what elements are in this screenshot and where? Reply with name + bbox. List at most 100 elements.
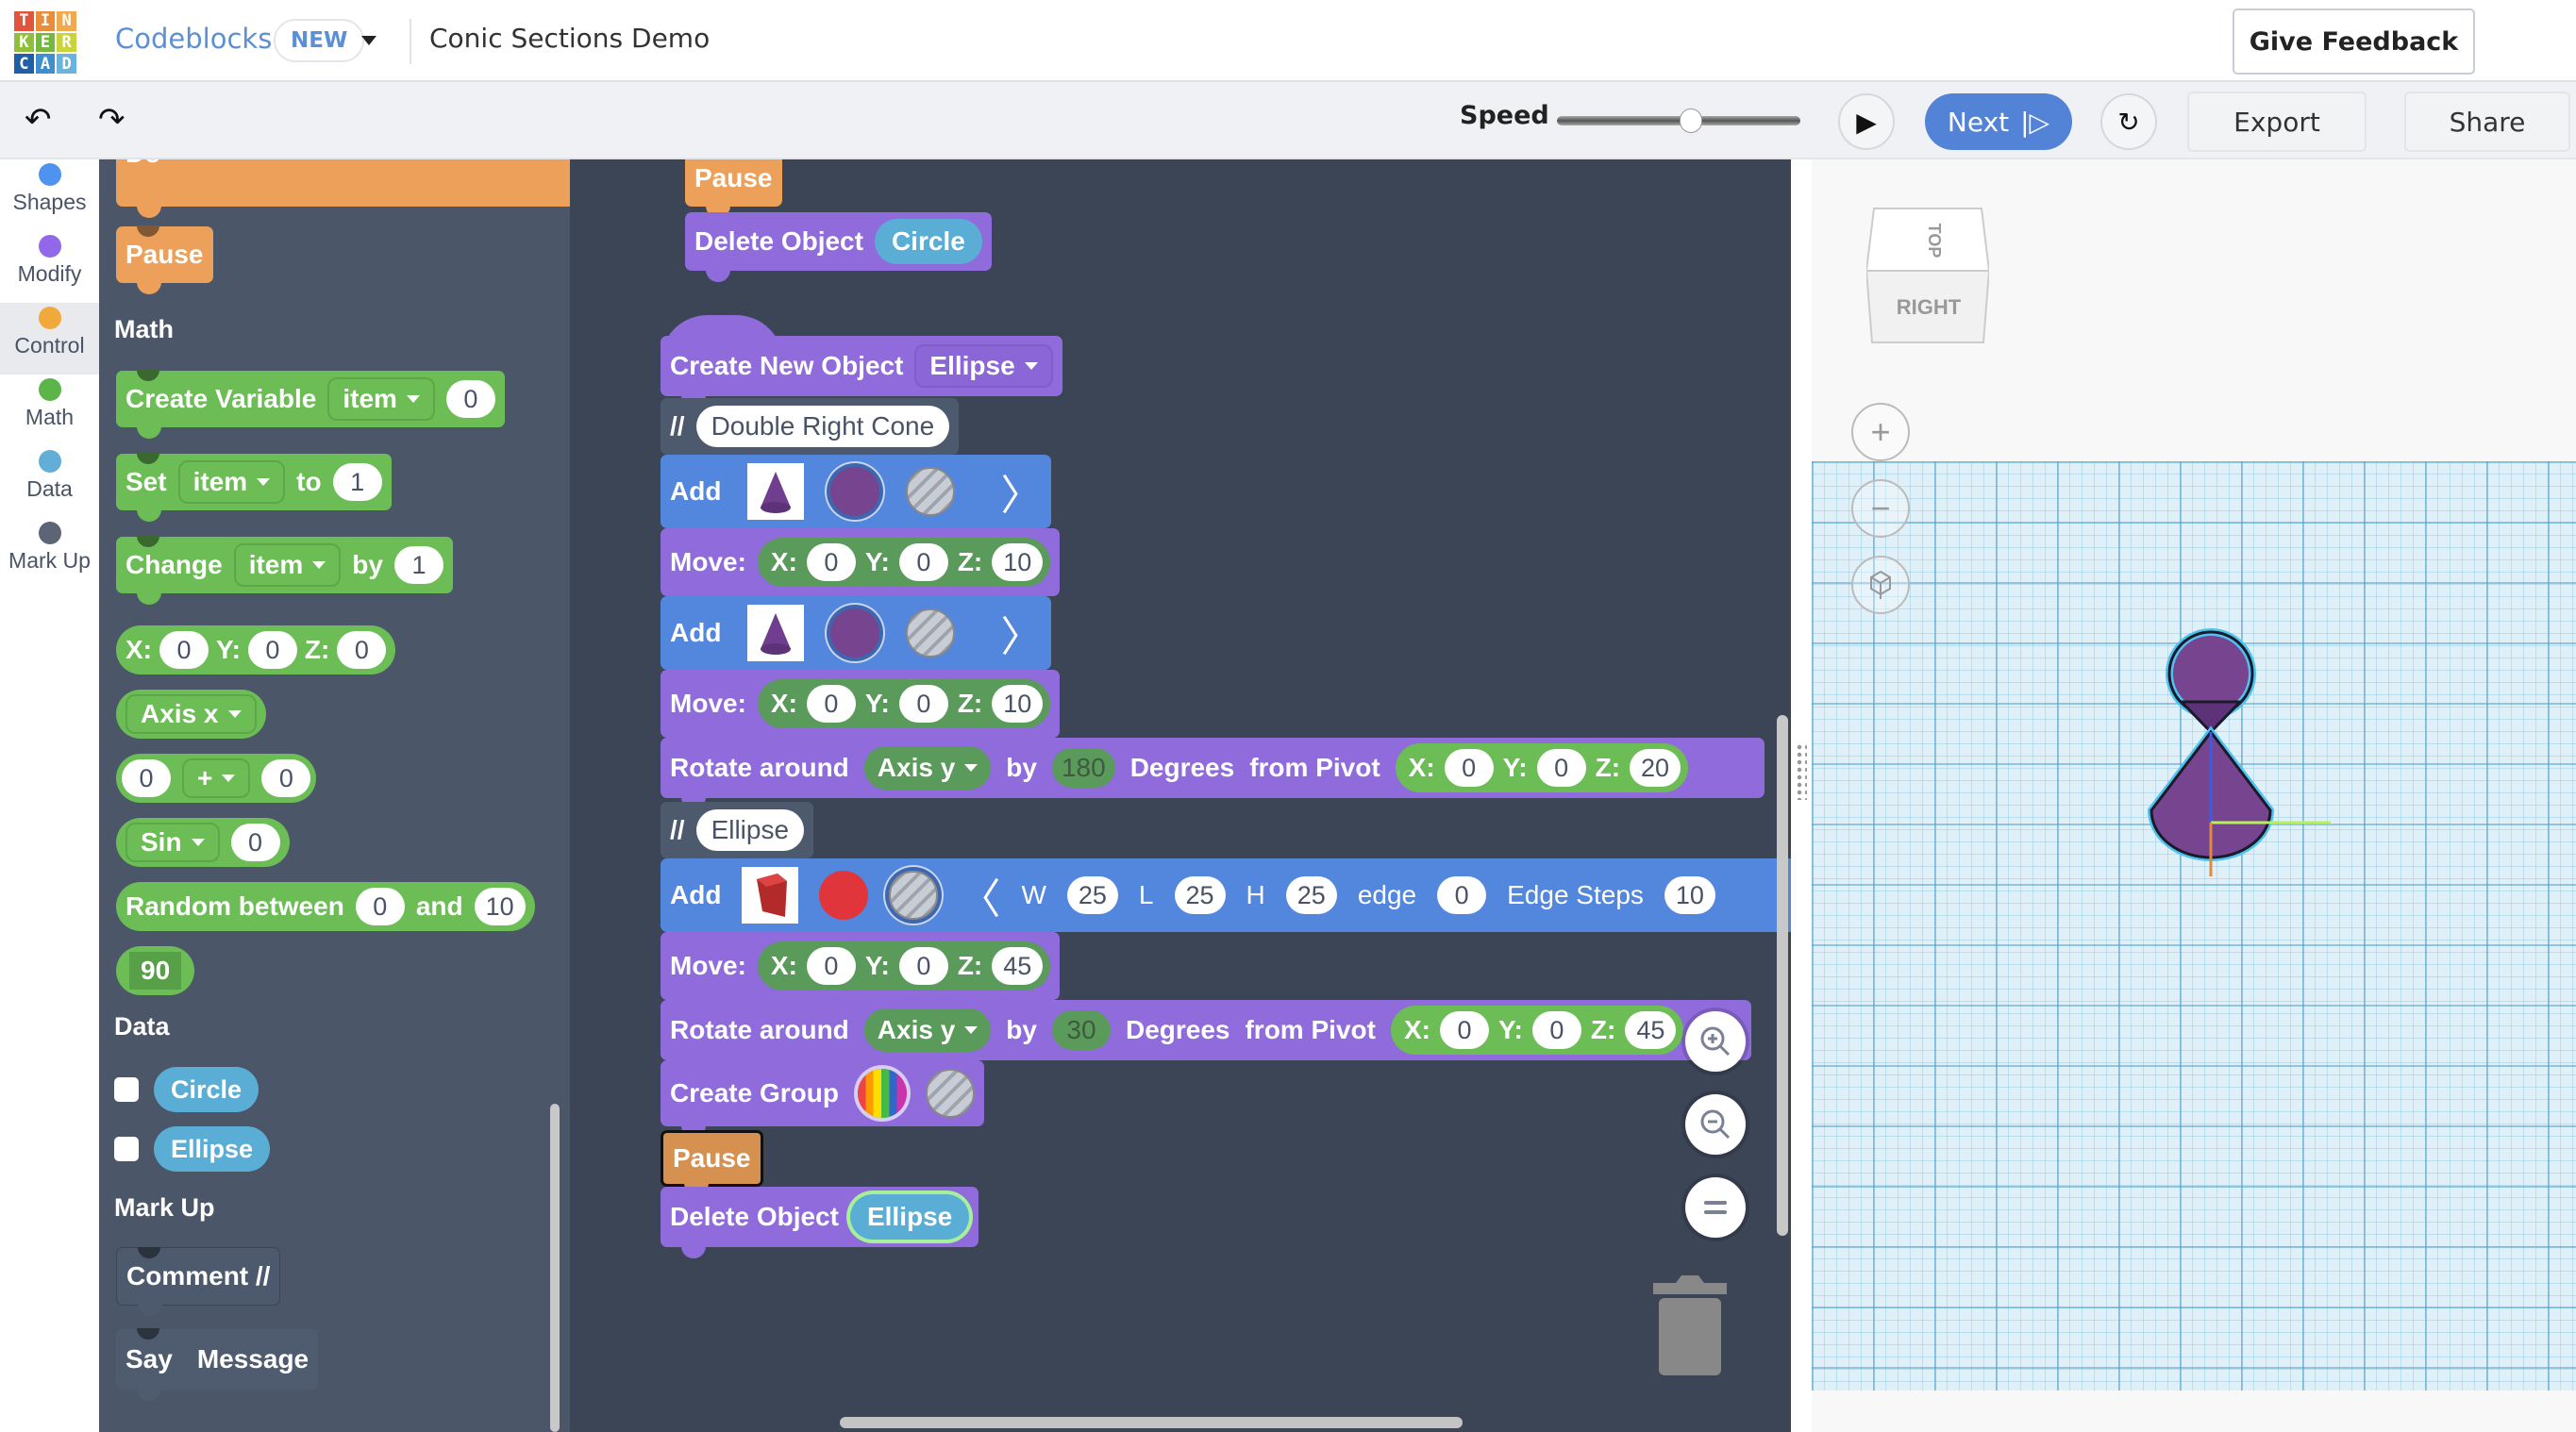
value-input[interactable]: 1 xyxy=(332,463,382,501)
give-feedback-button[interactable]: Give Feedback xyxy=(2233,8,2475,75)
next-button[interactable]: Next |▷ xyxy=(1925,93,2072,150)
pause-block-selected[interactable]: Pause xyxy=(661,1130,763,1195)
y-input[interactable]: 0 xyxy=(1531,1011,1581,1049)
function-dropdown[interactable]: Sin xyxy=(125,823,220,862)
degrees-input[interactable]: 30 xyxy=(1051,1010,1111,1050)
category-mark-up[interactable]: Mark Up xyxy=(0,518,99,590)
degrees-input[interactable]: 180 xyxy=(1051,748,1115,788)
add-shape-block[interactable]: Add 〈 W 25 L 25 H 25 edge 0 Edge Steps 10 xyxy=(661,858,1791,943)
category-shapes[interactable]: Shapes xyxy=(0,159,99,231)
xyz-block[interactable]: X: 0 Y: 0 Z: 0 xyxy=(116,625,396,674)
variable-dropdown[interactable]: item xyxy=(233,543,342,587)
expand-chevron-icon[interactable]: 〉 xyxy=(1000,461,1042,522)
say-block[interactable]: Say Message xyxy=(116,1329,319,1401)
angle-input[interactable]: 90 xyxy=(129,952,182,990)
axis-dropdown[interactable]: Axis y xyxy=(863,746,992,790)
hole-swatch[interactable] xyxy=(889,871,939,920)
z-input[interactable]: 45 xyxy=(992,947,1044,985)
hole-swatch[interactable] xyxy=(925,1069,975,1118)
multicolor-swatch[interactable] xyxy=(857,1069,907,1118)
tinkercad-logo[interactable]: TIN KER CAD xyxy=(14,11,76,74)
edge-input[interactable]: 0 xyxy=(1437,876,1487,914)
rotate-block[interactable]: Rotate around Axis y by 180 Degrees from… xyxy=(661,738,1765,809)
app-menu-caret-icon[interactable] xyxy=(361,36,376,45)
comment-block[interactable]: // Ellipse xyxy=(661,802,814,870)
axis-dropdown[interactable]: Axis y xyxy=(863,1008,992,1052)
variable-dropdown[interactable]: item xyxy=(327,377,435,421)
category-math[interactable]: Math xyxy=(0,375,99,446)
arithmetic-block[interactable]: 0 + 0 xyxy=(116,754,317,803)
value-input[interactable]: 1 xyxy=(393,546,443,584)
x-input[interactable]: 0 xyxy=(806,543,856,581)
circle-checkbox[interactable] xyxy=(114,1077,139,1102)
x-input[interactable]: 0 xyxy=(806,685,856,723)
data-var-circle[interactable]: Circle xyxy=(154,1067,259,1112)
x-input[interactable]: 0 xyxy=(1439,1011,1489,1049)
category-control[interactable]: Control xyxy=(0,303,99,375)
variable-dropdown[interactable]: item xyxy=(177,460,286,504)
x-input[interactable]: 0 xyxy=(159,631,209,669)
random-block[interactable]: Random between 0 and 10 xyxy=(116,882,535,931)
move-block[interactable]: Move: X: 0 Y: 0 Z: 10 xyxy=(661,670,1061,749)
axis-dropdown[interactable]: Axis x xyxy=(125,694,257,734)
speed-slider[interactable] xyxy=(1557,108,1800,133)
code-workspace[interactable]: Pause Delete Object Circle Create New Ob… xyxy=(570,159,1791,1432)
collapse-chevron-icon[interactable]: 〈 xyxy=(959,865,1000,925)
workspace-horizontal-scrollbar[interactable] xyxy=(840,1417,1463,1428)
color-swatch-purple[interactable] xyxy=(830,467,880,516)
axis-block[interactable]: Axis x xyxy=(116,690,266,739)
project-title[interactable]: Conic Sections Demo xyxy=(429,23,710,54)
comment-block[interactable]: Comment // xyxy=(116,1247,281,1316)
y-input[interactable]: 0 xyxy=(898,543,948,581)
z-input[interactable]: 20 xyxy=(1630,749,1681,787)
add-shape-block[interactable]: Add 〉 xyxy=(661,596,1052,681)
undo-icon[interactable]: ↶ xyxy=(25,101,52,139)
redo-icon[interactable]: ↷ xyxy=(98,101,125,139)
add-shape-block[interactable]: Add 〉 xyxy=(661,455,1052,540)
flyout-scrollbar[interactable] xyxy=(550,1104,560,1432)
y-input[interactable]: 0 xyxy=(898,947,948,985)
data-var-ellipse[interactable]: Ellipse xyxy=(154,1126,271,1172)
do-block[interactable]: Do xyxy=(116,159,570,218)
comment-block[interactable]: // Double Right Cone xyxy=(661,398,960,466)
color-swatch-purple[interactable] xyxy=(830,608,880,658)
category-modify[interactable]: Modify xyxy=(0,231,99,303)
length-input[interactable]: 25 xyxy=(1174,876,1226,914)
z-input[interactable]: 10 xyxy=(992,685,1044,723)
create-new-object-block[interactable]: Create New Object Ellipse xyxy=(661,336,1062,408)
pause-block[interactable]: Pause xyxy=(685,159,782,218)
y-input[interactable]: 0 xyxy=(247,631,297,669)
cone-shape-thumbnail[interactable] xyxy=(747,463,805,520)
color-swatch-red[interactable] xyxy=(819,871,869,920)
create-variable-block[interactable]: Create Variable item 0 xyxy=(116,371,505,439)
speed-slider-thumb[interactable] xyxy=(1679,108,1702,133)
angle-block[interactable]: 90 xyxy=(116,946,195,995)
create-group-block[interactable]: Create Group xyxy=(661,1060,984,1138)
z-input[interactable]: 10 xyxy=(992,543,1044,581)
zoom-out-button[interactable] xyxy=(1685,1094,1746,1155)
operand-b-input[interactable]: 0 xyxy=(261,759,311,797)
object-reference[interactable]: Circle xyxy=(874,219,982,264)
x-input[interactable]: 0 xyxy=(806,947,856,985)
comment-text-input[interactable]: Ellipse xyxy=(695,809,805,851)
y-input[interactable]: 0 xyxy=(1536,749,1586,787)
trash-icon[interactable] xyxy=(1651,1274,1727,1377)
object-name-dropdown[interactable]: Ellipse xyxy=(914,344,1053,388)
max-input[interactable]: 10 xyxy=(474,888,526,925)
play-button[interactable]: ▶ xyxy=(1838,93,1895,150)
expand-chevron-icon[interactable]: 〉 xyxy=(1000,603,1042,663)
box-shape-thumbnail[interactable] xyxy=(742,867,799,924)
zoom-in-button[interactable] xyxy=(1685,1011,1746,1072)
hole-swatch[interactable] xyxy=(906,467,956,516)
object-reference[interactable]: Ellipse xyxy=(849,1194,970,1240)
rotate-block[interactable]: Rotate around Axis y by 30 Degrees from … xyxy=(661,1000,1751,1072)
delete-object-block[interactable]: Delete Object Ellipse xyxy=(661,1187,979,1258)
move-block[interactable]: Move: X: 0 Y: 0 Z: 45 xyxy=(661,932,1061,1011)
operand-a-input[interactable]: 0 xyxy=(122,759,171,797)
move-block[interactable]: Move: X: 0 Y: 0 Z: 10 xyxy=(661,528,1061,608)
value-input[interactable]: 0 xyxy=(230,824,280,861)
fit-view-button[interactable] xyxy=(1851,556,1910,614)
set-variable-block[interactable]: Set item to 1 xyxy=(116,454,392,522)
share-button[interactable]: Share xyxy=(2404,92,2570,152)
hole-swatch[interactable] xyxy=(906,608,956,658)
